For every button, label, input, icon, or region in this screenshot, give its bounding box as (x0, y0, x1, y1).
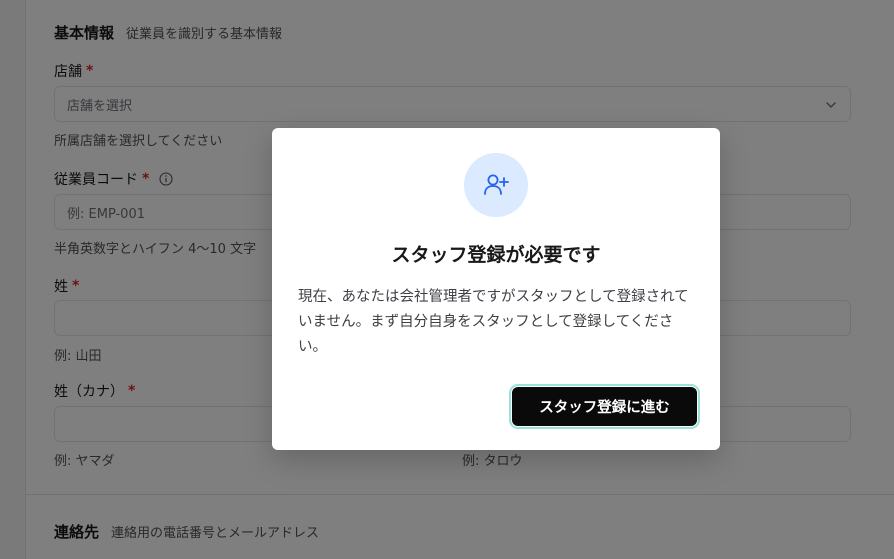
dialog-message: 現在、あなたは会社管理者ですがスタッフとして登録されていません。まず自分自身をス… (298, 289, 689, 355)
dialog-title: スタッフ登録が必要です (391, 244, 601, 266)
proceed-to-staff-registration-button[interactable]: スタッフ登録に進む (509, 384, 700, 429)
staff-registration-dialog: スタッフ登録が必要です 現在、あなたは会社管理者ですがスタッフとして登録されてい… (272, 128, 720, 450)
page: 基本情報 従業員を識別する基本情報 店舗 * 店舗を選択 所属店舗を選択してくだ… (0, 0, 894, 559)
user-plus-icon (484, 174, 509, 195)
user-plus-icon-badge (464, 153, 528, 217)
